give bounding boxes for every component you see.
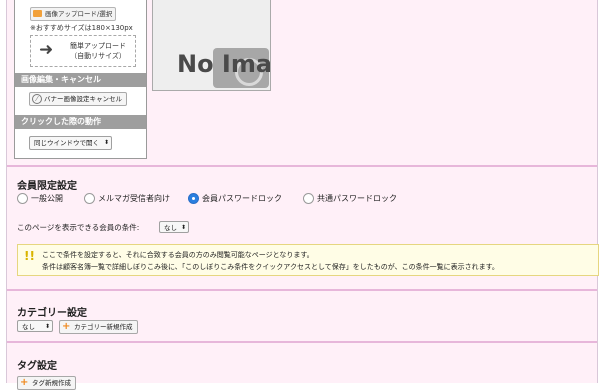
cancel-icon: ⁄ bbox=[32, 94, 42, 104]
radio-newsletter[interactable]: メルマガ受信者向け bbox=[84, 193, 170, 205]
plus-icon: + bbox=[62, 321, 71, 332]
banner-cancel-label: バナー画像設定キャンセル bbox=[44, 95, 122, 103]
note-text-line2: 条件は顧客名簿一覧で詳細しぼりこみ後に、「このしぼりこみ条件をクイックアクセスと… bbox=[42, 263, 499, 271]
tag-section bbox=[7, 343, 597, 383]
new-tag-button[interactable]: + タグ新規作成 bbox=[17, 376, 76, 390]
banner-cancel-button[interactable]: ⁄ バナー画像設定キャンセル bbox=[29, 92, 127, 106]
click-action-header: クリックした際の動作 bbox=[15, 115, 146, 129]
no-image-placeholder-text: No Ima bbox=[177, 50, 271, 78]
category-title: カテゴリー設定 bbox=[17, 308, 87, 319]
select-arrows-icon: ⬍ bbox=[44, 323, 50, 330]
member-condition-note: !! ここで条件を設定すると、それに合致する会員の方のみ閲覧可能なページとなりま… bbox=[17, 244, 599, 276]
click-action-select[interactable]: 同じウインドウで開く ⬍ bbox=[29, 136, 112, 150]
radio-button-selected[interactable] bbox=[188, 193, 199, 204]
radio-button[interactable] bbox=[303, 193, 314, 204]
dropzone-label: 簡単アップロード （自動リサイズ） bbox=[63, 41, 133, 61]
image-upload-button[interactable]: 画像アップロード/選択 bbox=[30, 7, 117, 21]
recommended-size-note: ※おすすめサイズは180×130px bbox=[30, 24, 133, 32]
category-select-value: なし bbox=[22, 323, 35, 331]
tag-title: タグ設定 bbox=[17, 361, 57, 372]
dropzone-label-line2: （自動リサイズ） bbox=[70, 52, 126, 60]
banner-controls-panel: 画像アップロード/選択 ※おすすめサイズは180×130px ➜ 簡単アップロー… bbox=[14, 0, 147, 159]
radio-button[interactable] bbox=[17, 193, 28, 204]
click-action-value: 同じウインドウで開く bbox=[34, 139, 99, 147]
banner-image-preview: No Ima bbox=[152, 0, 271, 91]
radio-public[interactable]: 一般公開 bbox=[17, 193, 63, 205]
radio-label: 会員パスワードロック bbox=[202, 194, 282, 203]
banner-section: 画像アップロード/選択 ※おすすめサイズは180×130px ➜ 簡単アップロー… bbox=[7, 0, 597, 165]
radio-label: 共通パスワードロック bbox=[317, 194, 397, 203]
image-upload-label: 画像アップロード/選択 bbox=[45, 10, 113, 18]
image-icon bbox=[33, 10, 42, 17]
member-limit-title: 会員限定設定 bbox=[17, 181, 77, 192]
dropzone-label-line1: 簡単アップロード bbox=[70, 42, 126, 50]
radio-button[interactable] bbox=[84, 193, 95, 204]
select-arrows-icon: ⬍ bbox=[180, 224, 186, 231]
category-select[interactable]: なし ⬍ bbox=[17, 320, 53, 332]
warning-icon: !! bbox=[24, 249, 35, 263]
member-condition-value: なし bbox=[164, 224, 177, 232]
radio-common-password[interactable]: 共通パスワードロック bbox=[303, 193, 397, 205]
easy-upload-dropzone[interactable]: ➜ 簡単アップロード （自動リサイズ） bbox=[30, 35, 136, 67]
member-condition-select[interactable]: なし ⬍ bbox=[159, 221, 189, 233]
note-text-line1: ここで条件を設定すると、それに合致する会員の方のみ閲覧可能なページとなります。 bbox=[42, 251, 314, 259]
upload-arrow-icon: ➜ bbox=[39, 40, 54, 60]
image-edit-header: 画像編集・キャンセル bbox=[15, 73, 146, 87]
member-condition-label: このページを表示できる会員の条件: bbox=[17, 223, 140, 232]
new-tag-label: タグ新規作成 bbox=[32, 379, 71, 387]
new-category-button[interactable]: + カテゴリー新規作成 bbox=[59, 320, 138, 334]
settings-page: 画像アップロード/選択 ※おすすめサイズは180×130px ➜ 簡単アップロー… bbox=[6, 0, 599, 390]
radio-label: 一般公開 bbox=[31, 194, 63, 203]
new-category-label: カテゴリー新規作成 bbox=[74, 323, 133, 331]
radio-label: メルマガ受信者向け bbox=[98, 194, 170, 203]
select-arrows-icon: ⬍ bbox=[103, 139, 109, 146]
radio-member-password[interactable]: 会員パスワードロック bbox=[188, 193, 282, 205]
